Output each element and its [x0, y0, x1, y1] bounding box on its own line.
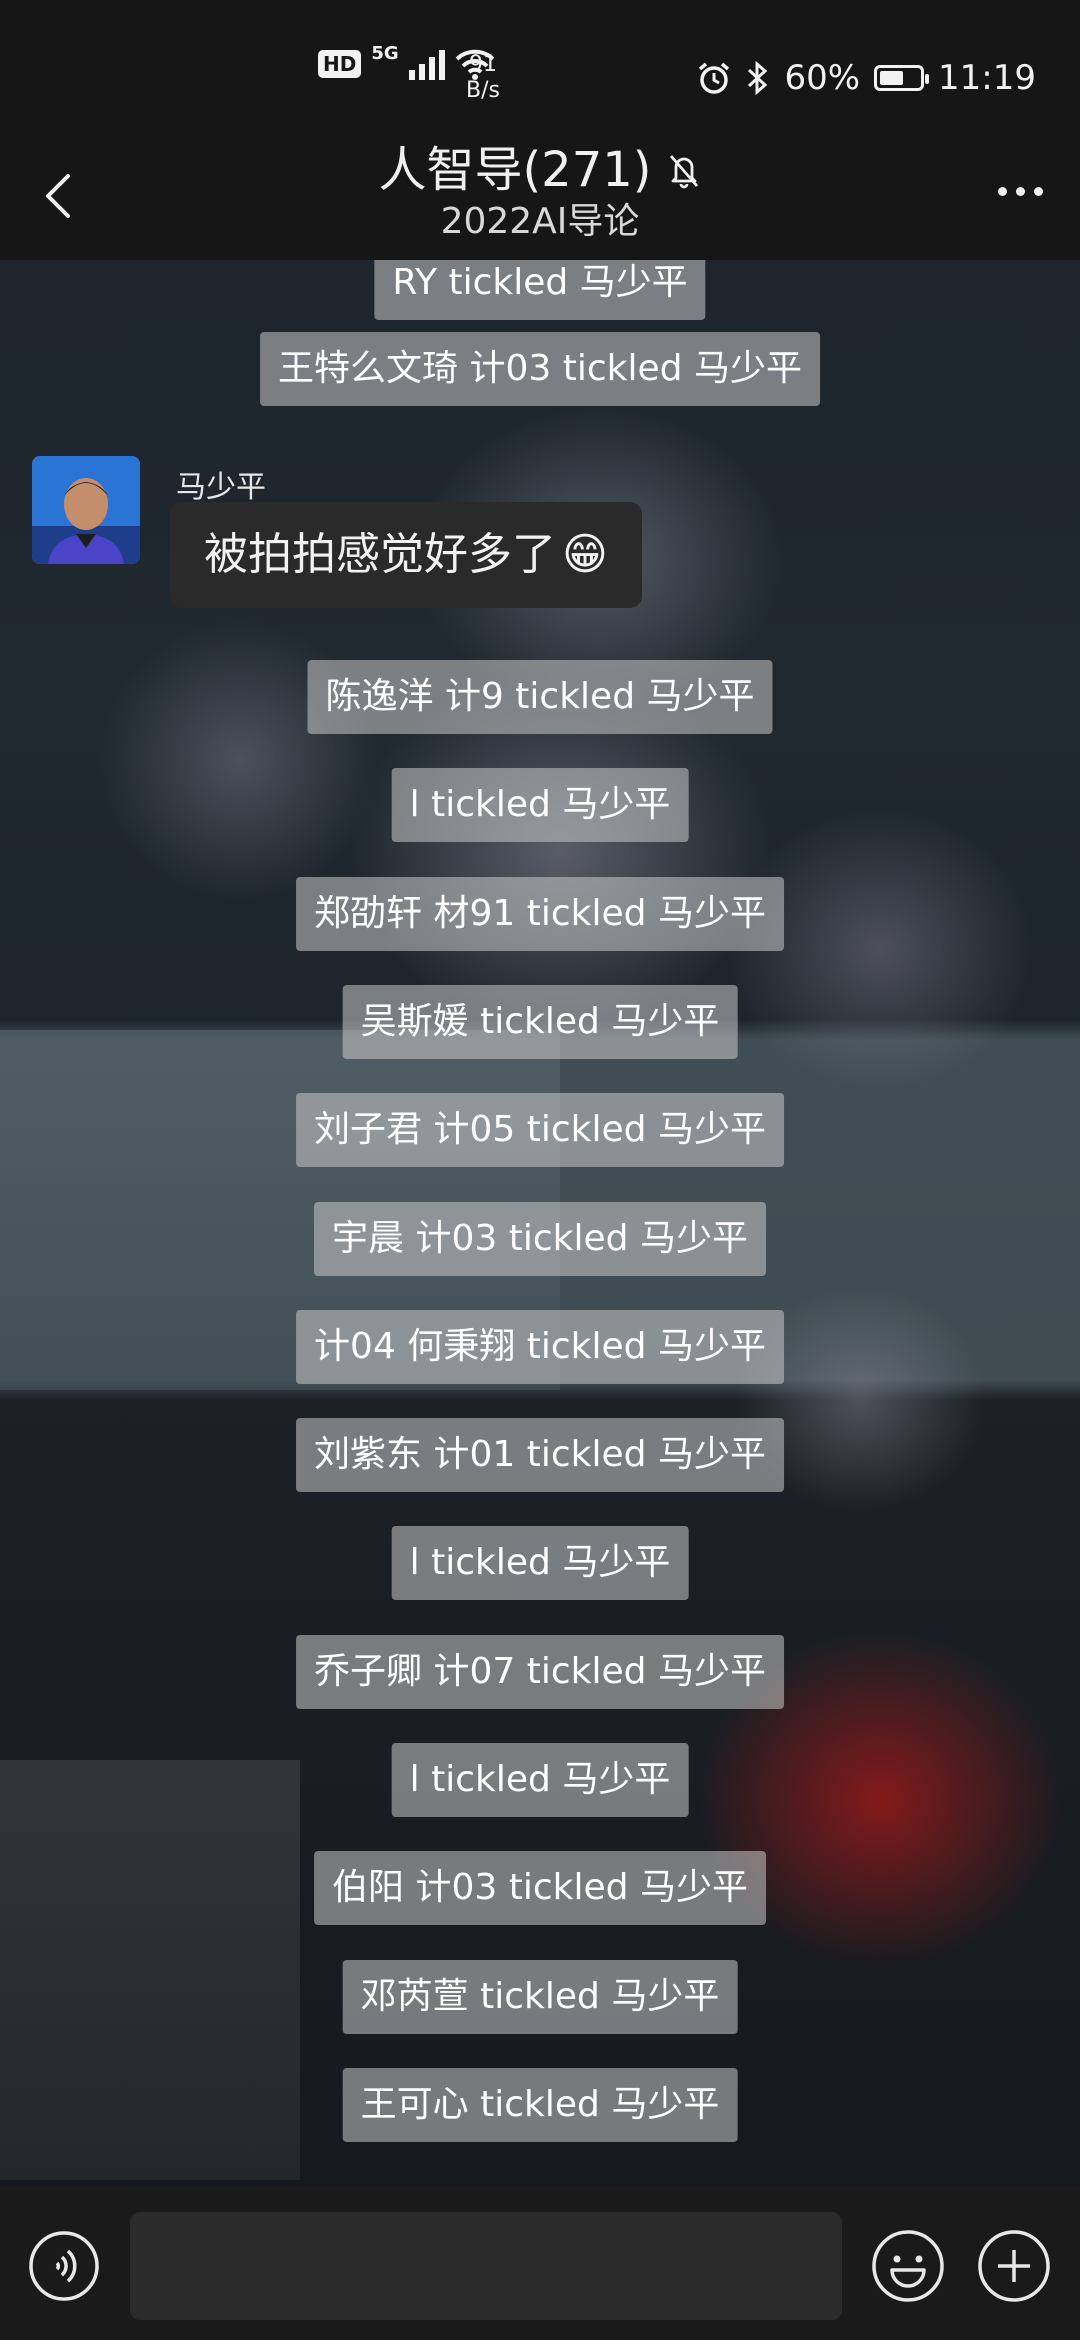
system-message: 郑劭轩 材91 tickled 马少平	[296, 877, 784, 951]
system-message: 刘子君 计05 tickled 马少平	[296, 1093, 784, 1167]
hd-badge: HD	[318, 50, 362, 78]
battery-percent: 60%	[784, 58, 861, 98]
message-row: 马少平 被拍拍感觉好多了 😁	[32, 456, 1032, 616]
emoji-icon	[872, 2230, 944, 2302]
system-message: 宇晨 计03 tickled 马少平	[314, 1202, 766, 1276]
more-functions-button[interactable]	[976, 2228, 1052, 2304]
network-type: 5G	[371, 43, 399, 64]
plus-icon	[978, 2230, 1050, 2302]
system-message: 邓芮萱 tickled 马少平	[342, 1960, 738, 2034]
clock-time: 11:19	[938, 58, 1036, 98]
system-message: 王可心 tickled 马少平	[342, 2068, 738, 2142]
message-bubble[interactable]: 被拍拍感觉好多了 😁	[170, 502, 642, 608]
battery-fill	[880, 71, 904, 85]
net-speed-unit: B/s	[466, 78, 500, 103]
avatar-photo	[32, 456, 140, 564]
avatar[interactable]	[32, 456, 140, 564]
more-icon	[997, 186, 1007, 196]
status-bar: HD 5G 91 B/s 60% 11:19	[0, 0, 1080, 140]
message-list[interactable]: RY tickled 马少平 王特么文琦 计03 tickled 马少平 马少平…	[0, 260, 1080, 2186]
battery-icon	[874, 65, 930, 91]
message-input[interactable]	[130, 2212, 842, 2320]
more-button[interactable]	[990, 176, 1050, 206]
chat-title-row: 人智导(271)	[378, 140, 701, 200]
chat-screen: HD 5G 91 B/s 60% 11:19 人智导(271) 2022AI导论…	[0, 0, 1080, 2340]
net-speed-value: 91	[468, 52, 497, 77]
system-message: 计04 何秉翔 tickled 马少平	[296, 1310, 784, 1384]
status-right: 60% 11:19	[696, 52, 1036, 104]
system-message: 吴斯媛 tickled 马少平	[342, 985, 738, 1059]
system-message: l tickled 马少平	[391, 768, 689, 842]
emoji-button[interactable]	[870, 2228, 946, 2304]
grin-emoji: 😁	[562, 529, 608, 580]
system-message: l tickled 马少平	[391, 1526, 689, 1600]
signal-icon	[408, 48, 445, 80]
net-speed: 91 B/s	[466, 52, 500, 104]
mute-bell-icon	[669, 155, 698, 189]
system-message: 伯阳 计03 tickled 马少平	[314, 1851, 766, 1925]
message-text: 被拍拍感觉好多了	[204, 529, 556, 580]
system-message: 王特么文琦 计03 tickled 马少平	[260, 332, 820, 406]
input-bar	[0, 2186, 1080, 2340]
alarm-icon	[699, 62, 730, 94]
system-message: 刘紫东 计01 tickled 马少平	[296, 1418, 784, 1492]
title-block: 人智导(271) 2022AI导论	[0, 140, 1080, 244]
sender-name: 马少平	[176, 470, 266, 505]
system-message: RY tickled 马少平	[374, 260, 706, 320]
chat-title: 人智导(271)	[378, 142, 652, 198]
system-message: 乔子卿 计07 tickled 马少平	[296, 1635, 784, 1709]
voice-icon	[29, 2231, 99, 2301]
chat-header: 人智导(271) 2022AI导论	[0, 140, 1080, 260]
bluetooth-icon	[748, 60, 768, 96]
system-message: 陈逸洋 计9 tickled 马少平	[307, 660, 773, 734]
system-message: l tickled 马少平	[391, 1743, 689, 1817]
chat-subtitle: 2022AI导论	[440, 201, 640, 242]
voice-button[interactable]	[28, 2230, 100, 2302]
